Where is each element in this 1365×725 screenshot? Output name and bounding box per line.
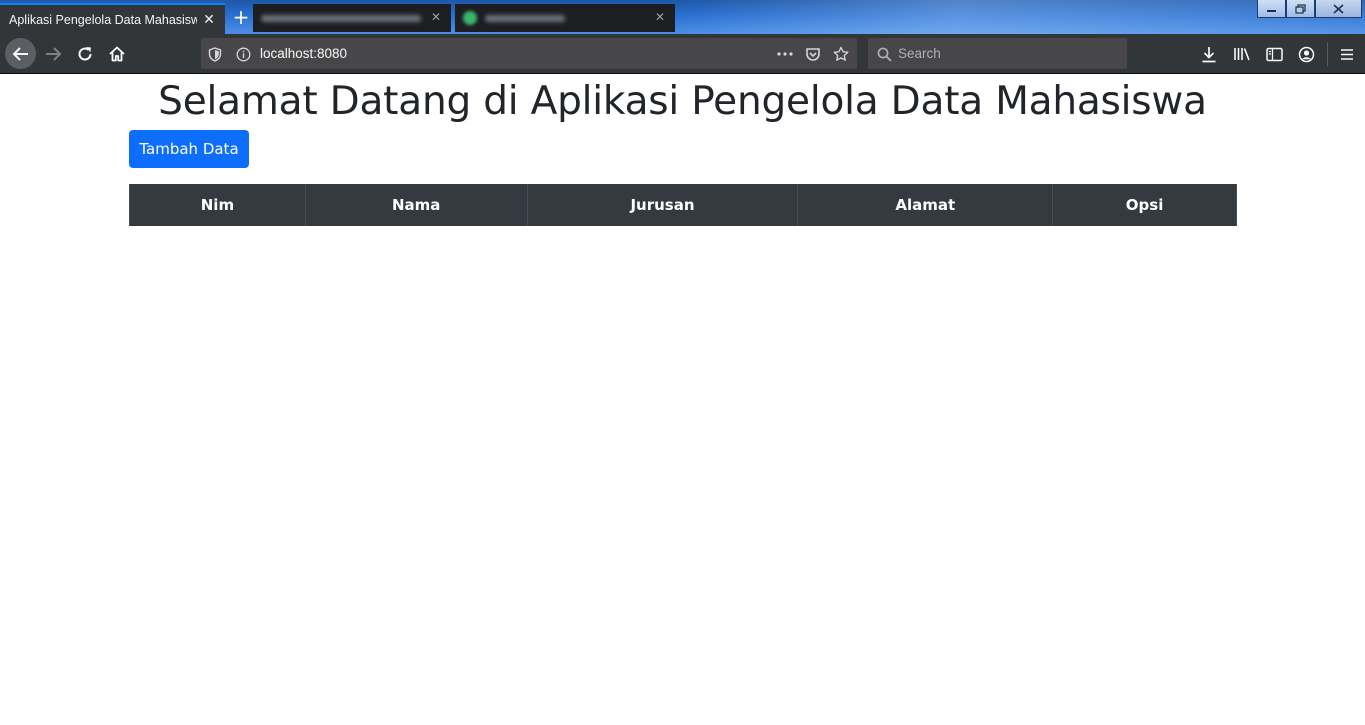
window-close-icon[interactable]	[1315, 0, 1362, 18]
forward-arrow-icon[interactable]	[38, 39, 68, 69]
window-controls	[1257, 0, 1362, 18]
url-text[interactable]: localhost:8080	[260, 46, 347, 61]
address-bar[interactable]: localhost:8080	[201, 38, 857, 69]
home-icon[interactable]	[102, 39, 132, 69]
page-actions-icon[interactable]	[777, 46, 793, 62]
browser-titlebar: Aplikasi Pengelola Data Mahasiswa ✕ + ✕ …	[0, 0, 1365, 34]
whatsapp-icon	[463, 11, 477, 25]
column-header-alamat: Alamat	[797, 184, 1054, 226]
close-icon[interactable]: ✕	[202, 13, 216, 27]
blurred-tab-title	[485, 14, 565, 22]
search-bar[interactable]: Search	[868, 38, 1127, 69]
new-tab-icon[interactable]: +	[229, 6, 253, 28]
minimize-icon[interactable]	[1257, 0, 1286, 18]
pocket-icon[interactable]	[805, 46, 821, 62]
column-header-nim: Nim	[129, 184, 306, 226]
search-input[interactable]: Search	[898, 46, 941, 61]
column-header-jurusan: Jurusan	[526, 184, 799, 226]
library-icon[interactable]	[1232, 44, 1252, 64]
column-header-nama: Nama	[304, 184, 528, 226]
page-title: Selamat Datang di Aplikasi Pengelola Dat…	[158, 79, 1207, 124]
blurred-tab-title	[261, 14, 421, 22]
table-header-row: Nim Nama Jurusan Alamat Opsi	[129, 184, 1237, 226]
tab-active[interactable]: Aplikasi Pengelola Data Mahasiswa ✕	[0, 3, 225, 34]
column-header-opsi: Opsi	[1052, 184, 1237, 226]
download-icon[interactable]	[1199, 44, 1219, 64]
restore-icon[interactable]	[1286, 0, 1315, 18]
reload-icon[interactable]	[70, 39, 100, 69]
add-data-button[interactable]: Tambah Data	[129, 130, 249, 168]
table-header: Nim Nama Jurusan Alamat Opsi	[129, 184, 1237, 226]
search-icon	[876, 46, 892, 62]
page-content: Selamat Datang di Aplikasi Pengelola Dat…	[0, 75, 1365, 725]
toolbar-separator	[1327, 42, 1328, 66]
bookmark-star-icon[interactable]	[833, 46, 849, 62]
sidebar-icon[interactable]	[1264, 44, 1284, 64]
browser-toolbar: localhost:8080 Search	[0, 34, 1365, 74]
tab-background-2[interactable]: ✕	[455, 4, 675, 32]
account-icon[interactable]	[1296, 44, 1316, 64]
tab-background-1[interactable]: ✕	[253, 4, 451, 32]
shield-icon[interactable]	[207, 46, 223, 62]
info-icon[interactable]	[235, 46, 251, 62]
close-icon[interactable]: ✕	[655, 10, 665, 24]
back-arrow-icon[interactable]	[5, 38, 36, 69]
tab-title: Aplikasi Pengelola Data Mahasiswa	[9, 12, 197, 27]
menu-icon[interactable]	[1337, 44, 1357, 64]
close-icon[interactable]: ✕	[431, 10, 441, 24]
student-table: Nim Nama Jurusan Alamat Opsi	[129, 184, 1237, 226]
